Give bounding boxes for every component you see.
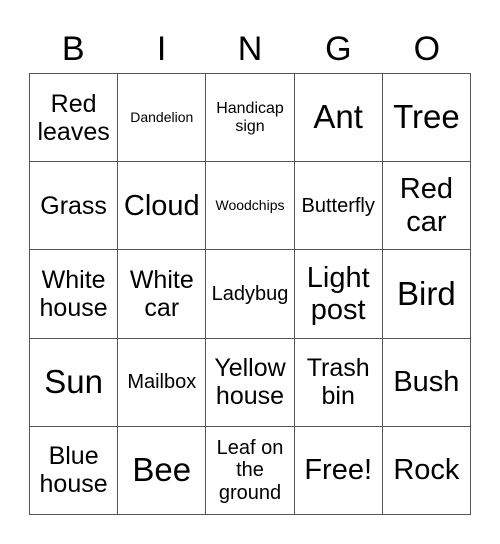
bingo-cell[interactable]: Trash bin <box>294 338 383 427</box>
bingo-cell[interactable]: Red car <box>382 162 471 251</box>
bingo-cell[interactable]: Bush <box>382 338 471 427</box>
bingo-cell[interactable]: Woodchips <box>206 162 295 251</box>
bingo-cell[interactable]: White car <box>118 250 207 339</box>
bingo-cell[interactable]: Light post <box>294 250 383 339</box>
bingo-cell[interactable]: Dandelion <box>118 74 207 163</box>
bingo-cell[interactable]: Red leaves <box>30 74 119 163</box>
bingo-cell[interactable]: Blue house <box>30 426 119 515</box>
bingo-cell[interactable]: Ladybug <box>206 250 295 339</box>
bingo-cell[interactable]: Sun <box>30 338 119 427</box>
bingo-cell[interactable]: Bee <box>118 426 207 515</box>
bingo-grid: Red leaves Dandelion Handicap sign Ant Tree G… <box>29 73 471 515</box>
bingo-cell[interactable]: Rock <box>382 426 471 515</box>
bingo-cell[interactable]: Bird <box>382 250 471 339</box>
bingo-cell[interactable]: Butterfly <box>294 162 383 251</box>
header-letter-o: O <box>413 30 441 68</box>
bingo-cell[interactable]: Cloud <box>118 162 207 251</box>
header-letter-g: G <box>325 30 352 68</box>
bingo-cell[interactable]: Mailbox <box>118 338 207 427</box>
bingo-cell[interactable]: Ant <box>294 74 383 163</box>
bingo-cell[interactable]: Leaf on the ground <box>206 426 295 515</box>
bingo-cell[interactable]: Free! <box>294 426 383 515</box>
header-letter-i: I <box>156 30 167 68</box>
header-letter-b: B <box>61 30 85 68</box>
bingo-header: B I N G O <box>29 25 471 73</box>
bingo-cell[interactable]: Handicap sign <box>206 74 295 163</box>
bingo-cell[interactable]: Grass <box>30 162 119 251</box>
bingo-cell[interactable]: White house <box>30 250 119 339</box>
bingo-cell[interactable]: Tree <box>382 74 471 163</box>
bingo-cell[interactable]: Yellow house <box>206 338 295 427</box>
header-letter-n: N <box>237 30 263 68</box>
